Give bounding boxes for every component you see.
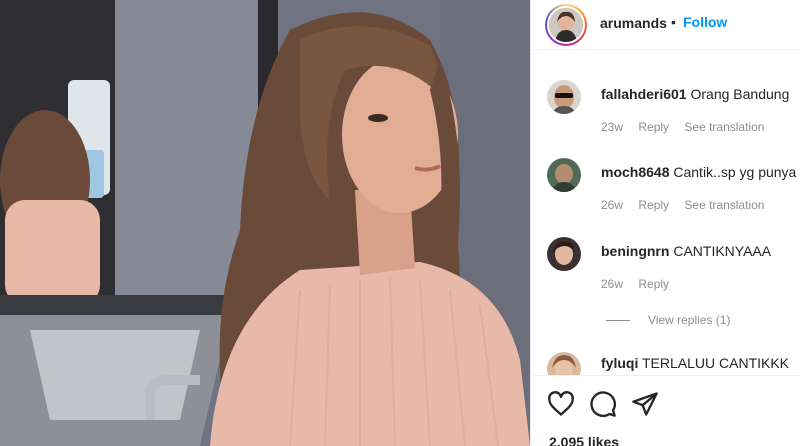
comment-age: 23w xyxy=(601,120,624,134)
comment-text: TERLALUU CANTIKKK xyxy=(641,355,790,371)
see-translation-button[interactable]: See translation xyxy=(684,198,764,212)
author-avatar[interactable] xyxy=(545,4,587,46)
heart-icon[interactable] xyxy=(547,390,575,418)
paper-plane-icon[interactable] xyxy=(631,390,659,418)
author-avatar-image xyxy=(549,8,583,42)
follow-button[interactable]: Follow xyxy=(683,14,727,30)
comment-age: 26w xyxy=(601,198,624,212)
post-photo xyxy=(0,0,530,446)
header-separator: • xyxy=(671,14,676,30)
author-username[interactable]: arumands xyxy=(600,15,667,31)
commenter-avatar[interactable] xyxy=(547,80,581,114)
comment-line: fyluqi TERLALUU CANTIKKK xyxy=(601,355,789,371)
commenter-avatar-image xyxy=(547,237,581,271)
comment-text: Orang Bandung xyxy=(690,86,790,102)
commenter-avatar-image xyxy=(547,158,581,192)
reply-button[interactable]: Reply xyxy=(638,198,669,212)
commenter-avatar-image xyxy=(547,80,581,114)
comment-meta: 23w Reply See translation xyxy=(601,120,776,134)
likes-count[interactable]: 2,095 likes xyxy=(549,434,619,446)
comment-age: 26w xyxy=(601,277,624,291)
comment-text: CANTIKNYAAA xyxy=(673,243,772,259)
commenter-avatar[interactable] xyxy=(547,158,581,192)
comment-username[interactable]: fallahderi601 xyxy=(601,86,687,102)
comment-item: beningnrn CANTIKNYAAA 26w Reply xyxy=(531,237,800,307)
comment-username[interactable]: moch8648 xyxy=(601,164,669,180)
comment-username[interactable]: beningnrn xyxy=(601,243,669,259)
comment-item: moch8648 Cantik..sp yg punya 26w Reply S… xyxy=(531,158,800,228)
comment-item: fallahderi601 Orang Bandung 23w Reply Se… xyxy=(531,80,800,150)
comment-meta: 26w Reply xyxy=(601,277,681,291)
comment-line: beningnrn CANTIKNYAAA xyxy=(601,243,771,259)
reply-button[interactable]: Reply xyxy=(638,277,669,291)
comment-username[interactable]: fyluqi xyxy=(601,355,638,371)
comment-line: moch8648 Cantik..sp yg punya xyxy=(601,164,796,180)
view-replies-divider xyxy=(606,319,630,321)
action-bar: 2,095 likes xyxy=(531,375,800,446)
post-header: arumands • Follow xyxy=(531,0,800,50)
view-replies-label: View replies (1) xyxy=(648,313,731,327)
comment-text: Cantik..sp yg punya xyxy=(673,164,797,180)
reply-button[interactable]: Reply xyxy=(638,120,669,134)
comment-line: fallahderi601 Orang Bandung xyxy=(601,86,789,102)
post-sidebar: arumands • Follow fallahderi601 Orang Ba… xyxy=(530,0,800,446)
commenter-avatar[interactable] xyxy=(547,237,581,271)
see-translation-button[interactable]: See translation xyxy=(684,120,764,134)
post-image[interactable] xyxy=(0,0,530,446)
comment-meta: 26w Reply See translation xyxy=(601,198,776,212)
view-replies-button[interactable]: View replies (1) xyxy=(606,313,730,327)
comment-bubble-icon[interactable] xyxy=(589,390,617,418)
